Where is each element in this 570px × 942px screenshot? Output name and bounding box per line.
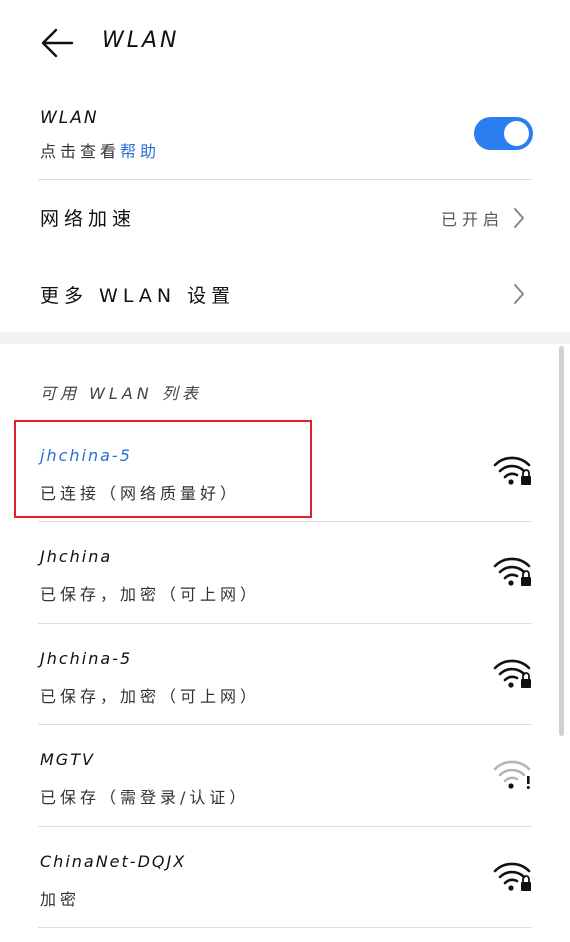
network-item[interactable]: MGTV 已保存（需登录/认证） [0, 726, 570, 826]
network-acceleration-value: 已开启 [440, 210, 504, 229]
wifi-lock-icon [493, 557, 531, 586]
back-arrow-icon[interactable] [38, 24, 76, 62]
more-wlan-settings-label: 更多 WLAN 设置 [40, 285, 236, 307]
wlan-subtitle-text: 点击查看 [40, 142, 121, 161]
wifi-lock-icon [493, 659, 531, 688]
section-separator [0, 332, 570, 344]
wlan-subtitle: 点击查看帮助 [40, 138, 160, 162]
chevron-right-icon [514, 208, 524, 228]
highlight-annotation-box [14, 420, 312, 518]
wifi-lock-icon [493, 456, 531, 485]
divider [38, 826, 532, 827]
wifi-lock-icon [493, 862, 531, 891]
wifi-warning-icon [493, 760, 531, 789]
wlan-toggle-switch[interactable] [474, 117, 533, 150]
network-name: Jhchina-5 [40, 649, 133, 668]
app-header: WLAN [0, 0, 570, 88]
divider [38, 179, 532, 180]
network-item[interactable]: ChinaNet-DQJX 加密 [0, 828, 570, 928]
network-name: MGTV [40, 750, 95, 769]
network-status: 加密 [40, 890, 81, 909]
page-title: WLAN [102, 28, 180, 53]
network-name: Jhchina [40, 547, 113, 566]
network-acceleration-row[interactable]: 网络加速 已开启 [0, 182, 570, 252]
toggle-knob [504, 121, 529, 146]
chevron-right-icon [514, 284, 524, 304]
help-link[interactable]: 帮助 [120, 142, 160, 161]
divider [38, 724, 532, 725]
network-name: ChinaNet-DQJX [40, 852, 187, 871]
wlan-title: WLAN [40, 108, 99, 128]
network-item[interactable]: Jhchina 已保存，加密（可上网） [0, 523, 570, 623]
network-item[interactable]: Jhchina-5 已保存，加密（可上网） [0, 625, 570, 725]
network-status: 已保存，加密（可上网） [40, 687, 261, 706]
network-acceleration-label: 网络加速 [40, 208, 137, 230]
network-status: 已保存，加密（可上网） [40, 585, 261, 604]
more-wlan-settings-row[interactable]: 更多 WLAN 设置 [0, 259, 570, 329]
available-wlan-section-label: 可用 WLAN 列表 [40, 384, 202, 403]
divider [38, 521, 532, 522]
network-status: 已保存（需登录/认证） [40, 788, 250, 807]
divider [38, 623, 532, 624]
divider [38, 927, 532, 928]
